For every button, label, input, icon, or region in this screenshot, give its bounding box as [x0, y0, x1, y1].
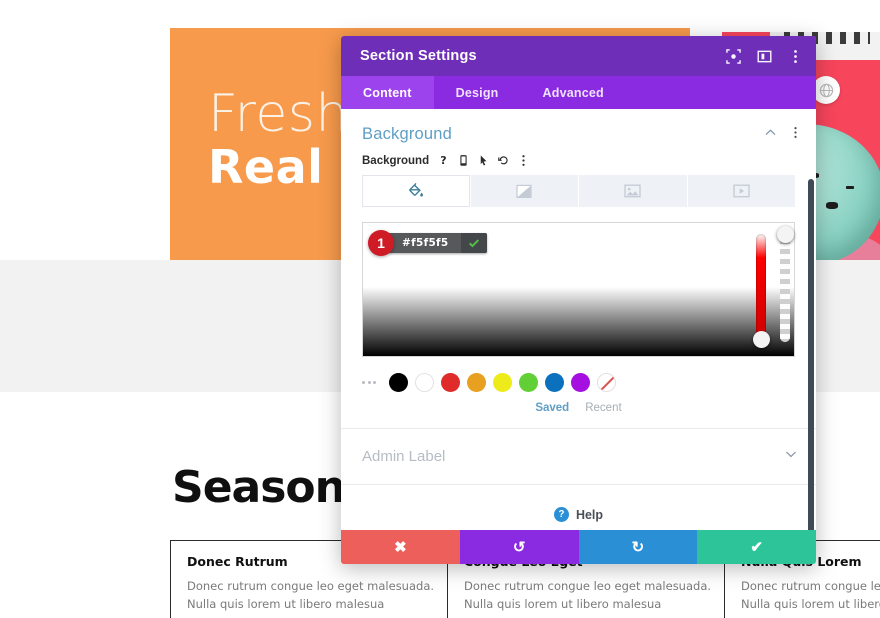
gradient-icon	[516, 184, 532, 198]
swatch-purple[interactable]	[571, 373, 590, 392]
hex-input-box: #f5f5f5	[388, 233, 487, 253]
kebab-menu-icon[interactable]	[788, 49, 803, 64]
image-icon	[624, 184, 641, 198]
kebab-menu-glyph	[522, 155, 525, 166]
color-swatches	[341, 357, 816, 392]
card-text-line-2: Nulla quis lorem ut libero malesua	[464, 596, 662, 611]
hero-line-1: Fresh	[208, 84, 349, 144]
background-section-header: Background	[341, 109, 816, 152]
kebab-menu-glyph	[794, 126, 797, 138]
discard-button[interactable]: ✖	[341, 530, 460, 564]
globe-button[interactable]	[812, 76, 840, 104]
alpha-slider[interactable]	[776, 226, 794, 342]
image-tab[interactable]	[579, 175, 687, 207]
reset-undo-glyph	[498, 156, 508, 165]
undo-button[interactable]: ↺	[459, 530, 579, 564]
redo-button[interactable]: ↻	[578, 530, 698, 564]
swatch-orange[interactable]	[467, 373, 486, 392]
swatch-white[interactable]	[415, 373, 434, 392]
alpha-slider-knob[interactable]	[776, 226, 794, 243]
hex-input[interactable]: #f5f5f5	[388, 237, 461, 249]
kebab-menu-glyph	[794, 49, 797, 63]
redo-icon: ↻	[631, 538, 645, 556]
card-text-line-2: Nulla quis lorem ut libero malesua	[187, 596, 385, 611]
chevron-down-glyph	[785, 451, 797, 458]
modal-body: Background Background ? 1 #f5f5f5 Saved …	[341, 109, 816, 530]
section-settings-modal: Section Settings Content Design Advanced…	[341, 36, 816, 564]
admin-label-section[interactable]: Admin Label	[341, 429, 816, 484]
kebab-menu-icon[interactable]	[518, 154, 529, 167]
video-tab[interactable]	[687, 175, 795, 207]
admin-label-title: Admin Label	[362, 448, 446, 465]
chevron-up-glyph	[765, 128, 776, 135]
modal-header-actions	[726, 48, 803, 64]
swatch-blue[interactable]	[545, 373, 564, 392]
palette-tabs: Saved Recent	[341, 392, 816, 414]
background-field-label-row: Background ?	[341, 152, 816, 175]
help-question-icon[interactable]: ?	[438, 154, 449, 167]
kebab-menu-icon[interactable]	[789, 126, 802, 144]
card-text-line-1: Donec rutrum congue leo eget	[741, 579, 880, 593]
section-title: Background	[362, 125, 453, 143]
globe-icon	[819, 83, 833, 97]
field-label: Background	[362, 154, 430, 167]
hue-slider-knob[interactable]	[752, 331, 770, 348]
modal-tabs: Content Design Advanced	[341, 76, 816, 109]
swatch-none[interactable]	[597, 373, 616, 392]
tab-content[interactable]: Content	[341, 76, 434, 109]
modal-header: Section Settings	[341, 36, 816, 76]
responsive-mobile-glyph	[460, 155, 467, 166]
video-icon	[733, 184, 750, 198]
color-fill-tab[interactable]	[362, 175, 470, 207]
layout-panel-icon[interactable]	[757, 49, 772, 64]
chevron-down-icon[interactable]	[784, 447, 798, 466]
swatch-red[interactable]	[441, 373, 460, 392]
undo-icon: ↺	[512, 538, 526, 556]
tab-saved[interactable]: Saved	[535, 402, 569, 414]
tab-advanced[interactable]: Advanced	[521, 76, 626, 109]
help-label: Help	[575, 507, 604, 522]
swatch-yellow[interactable]	[493, 373, 512, 392]
paint-bucket-icon	[408, 183, 423, 197]
more-colors-button[interactable]	[362, 381, 376, 384]
hover-cursor-glyph	[480, 155, 487, 166]
modal-title: Section Settings	[360, 48, 477, 64]
chevron-up-icon[interactable]	[764, 126, 777, 144]
close-icon: ✖	[394, 538, 407, 556]
swatch-black[interactable]	[389, 373, 408, 392]
tab-recent[interactable]: Recent	[585, 402, 621, 414]
save-button[interactable]: ✔	[697, 530, 816, 564]
layout-panel-glyph	[757, 50, 772, 62]
hover-cursor-icon[interactable]	[478, 154, 489, 167]
step-badge: 1	[368, 230, 394, 256]
modal-scrollbar[interactable]	[808, 179, 814, 530]
tab-design[interactable]: Design	[434, 76, 521, 109]
background-type-tabs	[362, 175, 795, 207]
svg-text:?: ?	[440, 154, 446, 167]
check-icon	[468, 239, 479, 248]
help-question-glyph: ?	[440, 154, 446, 167]
focus-target-glyph	[726, 48, 741, 64]
card-text-line-1: Donec rutrum congue leo eget malesuada.	[187, 579, 435, 593]
reset-undo-icon[interactable]	[498, 154, 509, 167]
section-header-actions	[764, 126, 802, 144]
swatch-green[interactable]	[519, 373, 538, 392]
check-icon: ✔	[750, 538, 763, 556]
card-text-line-1: Donec rutrum congue leo eget malesuada.	[464, 579, 712, 593]
help-row[interactable]: ? Help	[341, 485, 816, 522]
screenshot-root: Fresh Real F Seasona Donec Rutrum Donec …	[0, 0, 880, 618]
card-text-line-2: Nulla quis lorem ut libero mal	[741, 596, 880, 611]
focus-target-icon[interactable]	[726, 48, 741, 64]
gradient-tab[interactable]	[470, 175, 578, 207]
help-icon: ?	[553, 507, 569, 522]
color-picker: 1 #f5f5f5	[362, 222, 795, 357]
alpha-checkerboard	[780, 234, 790, 342]
modal-footer: ✖ ↺ ↻ ✔	[341, 530, 816, 564]
hue-slider[interactable]	[752, 234, 770, 348]
hex-input-group: 1 #f5f5f5	[368, 230, 487, 256]
responsive-mobile-icon[interactable]	[458, 154, 469, 167]
hex-confirm-button[interactable]	[460, 233, 487, 253]
